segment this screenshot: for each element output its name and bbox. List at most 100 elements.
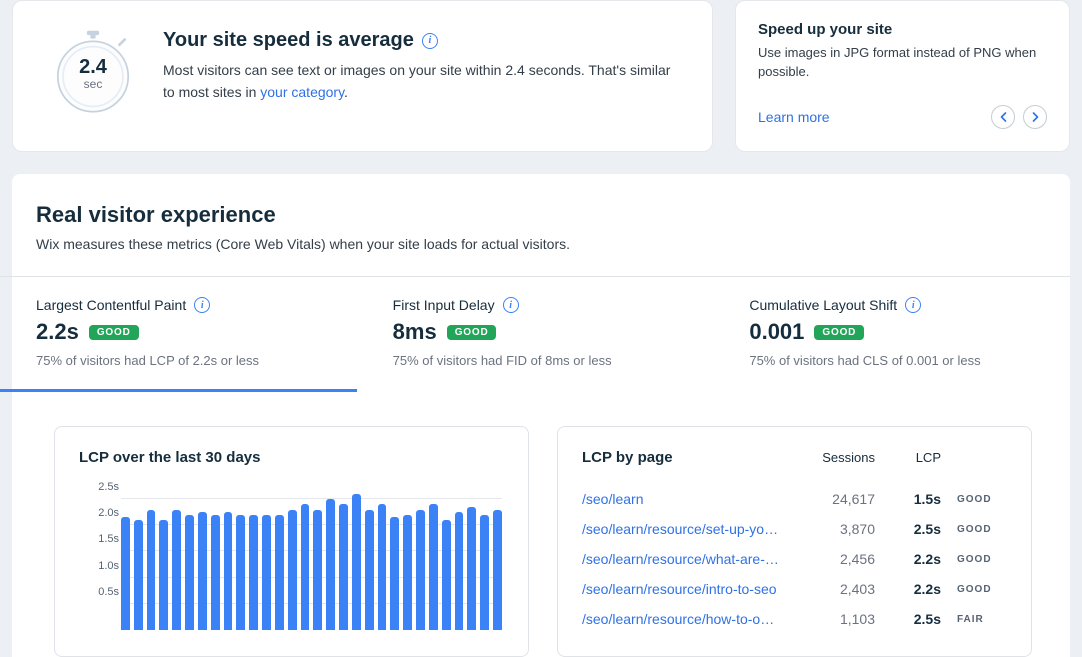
chart-bar bbox=[442, 520, 451, 630]
page-sessions: 2,456 bbox=[791, 551, 875, 567]
page-url-link[interactable]: /seo/learn/resource/how-to-o… bbox=[582, 611, 791, 627]
chart-bar bbox=[275, 515, 284, 630]
cls-sub: 75% of visitors had CLS of 0.001 or less bbox=[749, 353, 1070, 368]
y-axis-tick: 1.5s bbox=[85, 533, 119, 545]
header-lcp: LCP bbox=[875, 450, 941, 465]
speed-desc-suffix: . bbox=[344, 84, 348, 100]
page-sessions: 24,617 bbox=[791, 491, 875, 507]
gauge-unit: sec bbox=[84, 77, 103, 91]
info-icon[interactable]: i bbox=[503, 297, 519, 313]
page-lcp-badge: FAIR bbox=[941, 614, 1007, 625]
lcp-page-table-body: /seo/learn24,6171.5sGOOD/seo/learn/resou… bbox=[582, 484, 1007, 634]
panel-title: Real visitor experience bbox=[36, 202, 1040, 228]
chart-bar bbox=[147, 510, 156, 630]
y-axis-tick: 2.0s bbox=[85, 507, 119, 519]
panel-subtitle: Wix measures these metrics (Core Web Vit… bbox=[36, 236, 1040, 252]
y-axis-tick: 0.5s bbox=[85, 586, 119, 598]
page-lcp-badge: GOOD bbox=[941, 494, 1007, 505]
y-axis-tick: 2.5s bbox=[85, 481, 119, 493]
chart-bar bbox=[224, 512, 233, 630]
page-sessions: 2,403 bbox=[791, 581, 875, 597]
table-row: /seo/learn24,6171.5sGOOD bbox=[582, 484, 1007, 514]
tips-title: Speed up your site bbox=[758, 21, 1047, 38]
speed-gauge: 2.4 sec bbox=[49, 29, 137, 117]
site-speed-summary-card: 2.4 sec Your site speed is average i Mos… bbox=[12, 0, 713, 152]
real-visitor-panel: Real visitor experience Wix measures the… bbox=[12, 174, 1070, 657]
lcp-name: Largest Contentful Paint bbox=[36, 297, 186, 313]
tab-fid[interactable]: First Input Delay i 8ms GOOD 75% of visi… bbox=[357, 277, 714, 392]
y-axis-tick: 1.0s bbox=[85, 560, 119, 572]
chart-bar bbox=[134, 520, 143, 630]
chart-bar bbox=[429, 504, 438, 630]
lcp-trend-card: LCP over the last 30 days 0.5s 1.0s 1.5s 2.… bbox=[54, 426, 529, 657]
page-url-link[interactable]: /seo/learn/resource/intro-to-seo bbox=[582, 581, 791, 597]
fid-sub: 75% of visitors had FID of 8ms or less bbox=[393, 353, 714, 368]
chart-bar bbox=[493, 510, 502, 630]
page-lcp-value: 2.2s bbox=[875, 581, 941, 597]
chart-bar bbox=[301, 504, 310, 630]
tab-cls[interactable]: Cumulative Layout Shift i 0.001 GOOD 75%… bbox=[713, 277, 1070, 392]
chart-bar bbox=[121, 517, 130, 630]
page-url-link[interactable]: /seo/learn bbox=[582, 491, 791, 507]
fid-value: 8ms bbox=[393, 319, 437, 345]
tab-lcp[interactable]: Largest Contentful Paint i 2.2s GOOD 75%… bbox=[0, 277, 357, 392]
chart-bar bbox=[313, 510, 322, 630]
chart-bar bbox=[288, 510, 297, 630]
chart-bar bbox=[352, 494, 361, 630]
chart-bar bbox=[390, 517, 399, 630]
info-icon[interactable]: i bbox=[905, 297, 921, 313]
chart-bar bbox=[236, 515, 245, 630]
page-lcp-badge: GOOD bbox=[941, 524, 1007, 535]
page-lcp-value: 2.5s bbox=[875, 521, 941, 537]
page-lcp-value: 2.2s bbox=[875, 551, 941, 567]
table-row: /seo/learn/resource/how-to-o…1,1032.5sFA… bbox=[582, 604, 1007, 634]
lcp-by-page-card: LCP by page Sessions LCP /seo/learn24,61… bbox=[557, 426, 1032, 657]
lcp-badge: GOOD bbox=[89, 325, 139, 340]
chart-bar bbox=[455, 512, 464, 630]
prev-tip-button[interactable] bbox=[991, 105, 1015, 129]
page-sessions: 1,103 bbox=[791, 611, 875, 627]
fid-name: First Input Delay bbox=[393, 297, 495, 313]
chart-bar bbox=[249, 515, 258, 630]
table-title: LCP by page bbox=[582, 449, 791, 466]
table-row: /seo/learn/resource/intro-to-seo2,4032.2… bbox=[582, 574, 1007, 604]
page-url-link[interactable]: /seo/learn/resource/set-up-yo… bbox=[582, 521, 791, 537]
header-sessions: Sessions bbox=[791, 450, 875, 465]
category-link[interactable]: your category bbox=[260, 84, 344, 100]
table-row: /seo/learn/resource/what-are-…2,4562.2sG… bbox=[582, 544, 1007, 574]
fid-badge: GOOD bbox=[447, 325, 497, 340]
page-url-link[interactable]: /seo/learn/resource/what-are-… bbox=[582, 551, 791, 567]
speed-tips-card: Speed up your site Use images in JPG for… bbox=[735, 0, 1070, 152]
chart-bar bbox=[480, 515, 489, 630]
chart-title: LCP over the last 30 days bbox=[79, 449, 504, 466]
gauge-value: 2.4 bbox=[79, 56, 107, 79]
tips-body: Use images in JPG format instead of PNG … bbox=[758, 44, 1047, 87]
page-sessions: 3,870 bbox=[791, 521, 875, 537]
speed-summary-title: Your site speed is average bbox=[163, 29, 414, 52]
info-icon[interactable]: i bbox=[422, 33, 438, 49]
lcp-sub: 75% of visitors had LCP of 2.2s or less bbox=[36, 353, 357, 368]
chart-bar bbox=[262, 515, 271, 630]
chart-bar bbox=[378, 504, 387, 630]
page-lcp-badge: GOOD bbox=[941, 554, 1007, 565]
chart-bar bbox=[416, 510, 425, 630]
chart-bar bbox=[185, 515, 194, 630]
next-tip-button[interactable] bbox=[1023, 105, 1047, 129]
cls-name: Cumulative Layout Shift bbox=[749, 297, 897, 313]
cls-badge: GOOD bbox=[814, 325, 864, 340]
chevron-left-icon bbox=[1000, 112, 1007, 122]
metrics-tabs: Largest Contentful Paint i 2.2s GOOD 75%… bbox=[0, 276, 1070, 392]
chart-bar bbox=[403, 515, 412, 630]
chart-bar bbox=[326, 499, 335, 630]
table-row: /seo/learn/resource/set-up-yo…3,8702.5sG… bbox=[582, 514, 1007, 544]
chart-bar bbox=[467, 507, 476, 630]
info-icon[interactable]: i bbox=[194, 297, 210, 313]
speed-summary-desc: Most visitors can see text or images on … bbox=[163, 60, 676, 103]
learn-more-link[interactable]: Learn more bbox=[758, 109, 830, 125]
chevron-right-icon bbox=[1032, 112, 1039, 122]
chart-bar bbox=[172, 510, 181, 630]
lcp-trend-chart: 0.5s1.0s1.5s2.0s2.5s bbox=[85, 486, 502, 656]
page-lcp-badge: GOOD bbox=[941, 584, 1007, 595]
chart-bar bbox=[198, 512, 207, 630]
speed-desc-text: Most visitors can see text or images on … bbox=[163, 62, 670, 100]
